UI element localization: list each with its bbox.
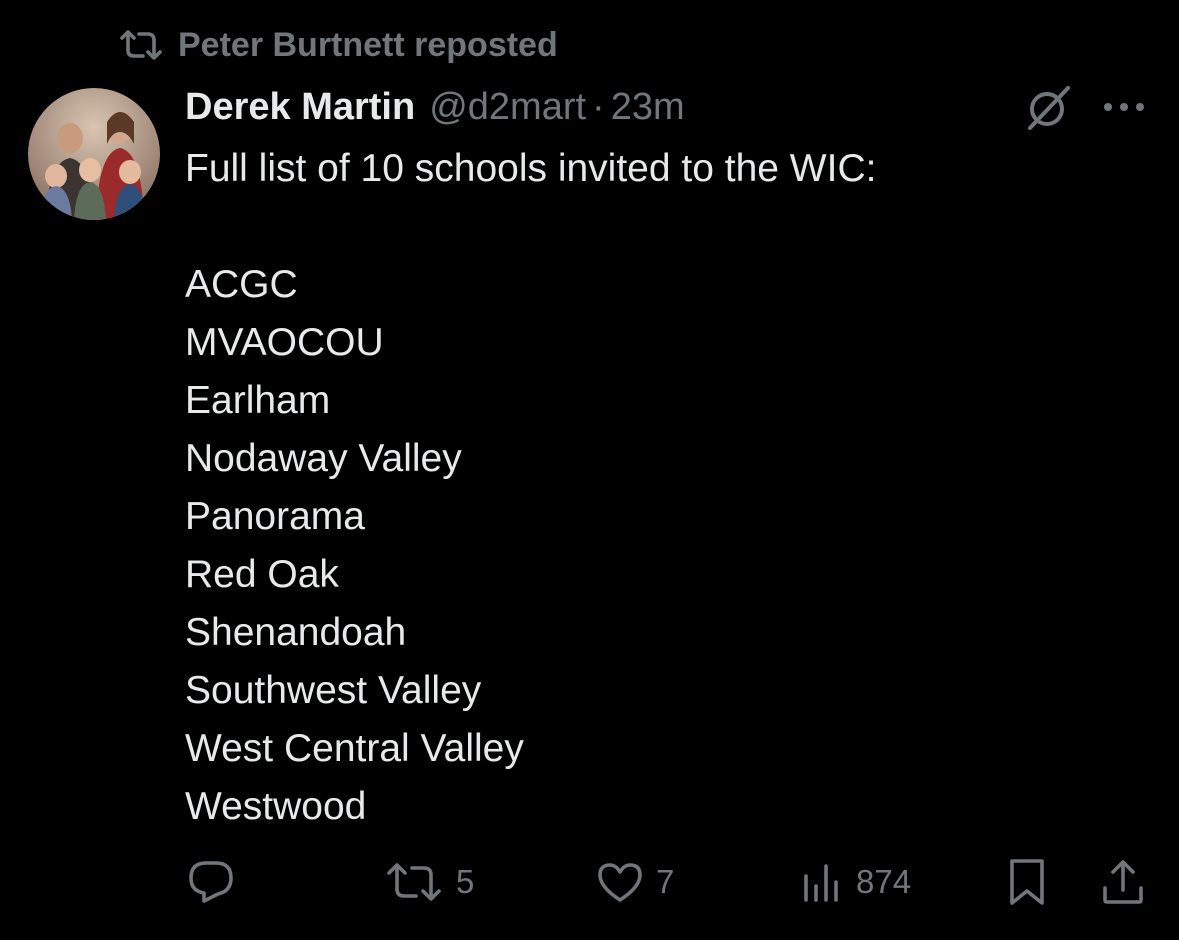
avatar[interactable] — [28, 88, 160, 220]
school-item: MVAOCOU — [185, 321, 384, 364]
tweet-text: Full list of 10 schools invited to the W… — [185, 140, 1085, 836]
tweet-header: Derek Martin @d2mart · 23m — [185, 82, 685, 132]
bookmark-button[interactable] — [1006, 852, 1048, 912]
repost-banner-text[interactable]: Peter Burtnett reposted — [178, 26, 558, 65]
heart-icon — [596, 861, 644, 903]
repost-banner[interactable]: Peter Burtnett reposted — [118, 22, 558, 68]
views-icon — [800, 860, 844, 904]
school-item: Earlham — [185, 379, 331, 422]
school-item: ACGC — [185, 263, 298, 306]
views-count: 874 — [856, 863, 912, 900]
share-icon — [1100, 858, 1146, 906]
reply-icon — [186, 859, 236, 905]
like-button[interactable]: 7 — [596, 852, 674, 912]
school-item: Westwood — [185, 785, 367, 828]
more-icon[interactable] — [1100, 92, 1150, 122]
repost-icon — [118, 30, 164, 60]
repost-button[interactable]: 5 — [384, 852, 474, 912]
author-handle[interactable]: @d2mart — [429, 86, 586, 129]
school-item: Nodaway Valley — [185, 437, 462, 480]
reply-button[interactable] — [186, 852, 236, 912]
grok-icon[interactable] — [1022, 82, 1074, 134]
repost-icon — [384, 862, 444, 902]
school-item: West Central Valley — [185, 727, 524, 770]
school-item: Shenandoah — [185, 611, 407, 654]
repost-count: 5 — [456, 863, 475, 900]
school-item: Panorama — [185, 495, 365, 538]
author-name[interactable]: Derek Martin — [185, 86, 415, 129]
like-count: 7 — [656, 863, 675, 900]
school-item: Southwest Valley — [185, 669, 482, 712]
views-button[interactable]: 874 — [800, 852, 911, 912]
bookmark-icon — [1006, 857, 1048, 907]
timestamp[interactable]: 23m — [611, 86, 685, 129]
action-bar: 5 7 874 — [0, 852, 1179, 912]
school-item: Red Oak — [185, 553, 339, 596]
separator-dot: · — [592, 85, 605, 128]
tweet-intro: Full list of 10 schools invited to the W… — [185, 147, 877, 190]
share-button[interactable] — [1100, 852, 1146, 912]
